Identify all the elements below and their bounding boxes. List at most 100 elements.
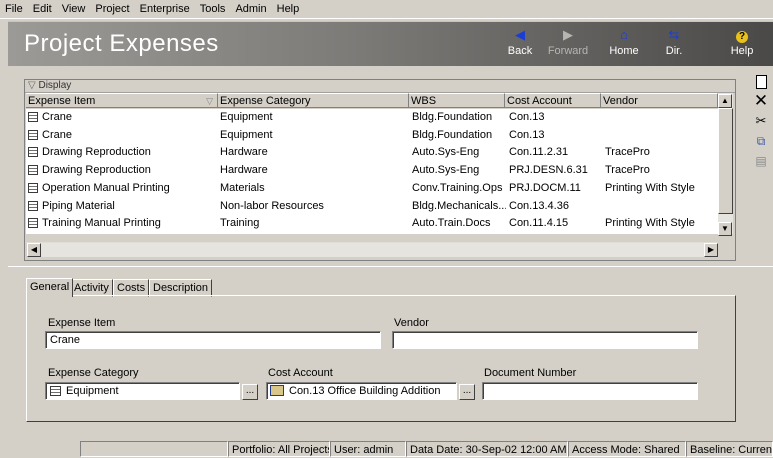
paste-icon[interactable]: ▤ <box>752 152 770 170</box>
table-row[interactable]: Drawing Reproduction Hardware Auto.Sys-Eng… <box>26 162 718 179</box>
table-row[interactable]: Training Manual Printing Training Auto.Tra… <box>26 215 718 232</box>
display-toggle[interactable]: ▽ Display <box>28 80 71 92</box>
cell-vendor: TracePro <box>605 164 650 177</box>
cell-vendor <box>605 198 717 215</box>
new-icon[interactable] <box>752 72 770 90</box>
cell-category: Hardware <box>220 146 268 159</box>
category-list-icon <box>50 386 61 396</box>
cell-category: Non-labor Resources <box>220 199 324 212</box>
cost-account-label: Cost Account <box>268 367 333 379</box>
page-title: Project Expenses <box>24 30 219 57</box>
table-row[interactable]: Piping Material Non-labor Resources Bldg.M… <box>26 198 718 215</box>
status-baseline: Baseline: Current <box>686 441 773 457</box>
cell-category: Equipment <box>220 111 273 123</box>
expense-category-field[interactable]: Equipment <box>45 382 240 400</box>
cost-account-browse-button[interactable]: ... <box>459 384 475 400</box>
forward-button[interactable]: ▶ Forward <box>546 25 590 63</box>
table-row[interactable]: Operation Manual Printing Materials Conv.T… <box>26 180 718 197</box>
forward-arrow-icon: ▶ <box>563 27 573 42</box>
document-number-label: Document Number <box>484 367 577 379</box>
cell-wbs: Auto.Sys-Eng <box>412 146 480 159</box>
title-bar: Project Expenses ◀ Back ▶ Forward ⌂ Home… <box>8 21 773 66</box>
back-button[interactable]: ◀ Back <box>498 25 542 63</box>
general-tab-panel <box>26 295 736 422</box>
cell-item: Piping Material <box>42 199 115 212</box>
cell-vendor: TracePro <box>605 146 650 159</box>
expense-row-icon <box>28 200 38 211</box>
menu-edit[interactable]: Edit <box>28 3 57 15</box>
column-header-wbs[interactable]: WBS <box>409 93 505 108</box>
scroll-up-button[interactable]: ▲ <box>718 94 732 108</box>
expense-category-browse-button[interactable]: ... <box>242 384 258 400</box>
home-icon: ⌂ <box>620 27 628 42</box>
expense-row-icon <box>28 112 38 122</box>
expense-row-icon <box>28 129 38 140</box>
expense-item-label: Expense Item <box>48 317 116 329</box>
cell-vendor <box>605 109 717 126</box>
cut-icon[interactable]: ✂ <box>752 112 770 130</box>
menu-help[interactable]: Help <box>272 3 305 15</box>
cell-wbs: Conv.Training.Ops <box>412 181 503 194</box>
scroll-left-button[interactable]: ◀ <box>27 243 41 257</box>
column-header-cost-account[interactable]: Cost Account <box>505 93 601 108</box>
vendor-field[interactable] <box>392 331 698 349</box>
menu-enterprise[interactable]: Enterprise <box>135 3 195 15</box>
cell-item: Operation Manual Printing <box>42 181 170 194</box>
table-row[interactable]: Drawing Reproduction Hardware Auto.Sys-Eng… <box>26 144 718 161</box>
delete-icon[interactable]: ✕ <box>752 92 770 110</box>
panel-divider <box>8 266 773 267</box>
table-row[interactable]: Crane Equipment Bldg.Foundation Con.13 <box>26 109 718 126</box>
document-number-field[interactable] <box>482 382 698 400</box>
cell-account: PRJ.DESN.6.31 <box>509 164 588 177</box>
menu-file[interactable]: File <box>0 3 28 15</box>
chevron-down-icon: ▽ <box>28 80 36 91</box>
help-icon: ? <box>720 25 764 45</box>
sort-indicator-icon: ▽ <box>206 96 213 106</box>
signpost-icon: ⇆ <box>668 27 680 42</box>
cell-item: Crane <box>42 128 72 141</box>
cell-wbs: Auto.Sys-Eng <box>412 164 480 177</box>
menu-bar: File Edit View Project Enterprise Tools … <box>0 0 773 19</box>
table-row[interactable]: Crane Equipment Bldg.Foundation Con.13 <box>26 127 718 144</box>
expense-row-icon <box>28 218 38 229</box>
display-label: Display <box>38 80 72 91</box>
cell-account: Con.11.2.31 <box>509 146 569 159</box>
copy-icon[interactable]: ⧉ <box>752 132 770 150</box>
scroll-down-button[interactable]: ▼ <box>718 222 732 236</box>
expense-category-label: Expense Category <box>48 367 139 379</box>
cell-wbs: Auto.Train.Docs <box>412 217 491 230</box>
menu-view[interactable]: View <box>57 3 91 15</box>
menu-project[interactable]: Project <box>90 3 134 15</box>
column-header-expense-category[interactable]: Expense Category <box>218 93 409 108</box>
status-user: User: admin <box>330 441 406 457</box>
column-header-vendor[interactable]: Vendor <box>601 93 718 108</box>
cell-vendor: Printing With Style <box>605 181 695 194</box>
column-header-expense-item[interactable]: Expense Item ▽ <box>26 93 218 108</box>
home-button[interactable]: ⌂ Home <box>602 25 646 63</box>
scroll-thumb[interactable] <box>718 108 733 214</box>
cost-account-field[interactable]: Con.13 Office Building Addition <box>266 382 457 400</box>
menu-tools[interactable]: Tools <box>195 3 231 15</box>
status-access-mode: Access Mode: Shared <box>568 441 686 457</box>
vendor-label: Vendor <box>394 317 429 329</box>
cell-account: Con.13 <box>509 111 545 123</box>
scroll-right-button[interactable]: ▶ <box>704 243 718 257</box>
cell-account: Con.13 <box>509 128 545 141</box>
cell-wbs: Bldg.Foundation <box>412 111 493 123</box>
status-blank <box>80 441 228 457</box>
menu-admin[interactable]: Admin <box>230 3 271 15</box>
scroll-h-track[interactable] <box>41 243 704 257</box>
cell-account: PRJ.DOCM.11 <box>509 181 581 194</box>
cell-wbs: Bldg.Foundation <box>412 128 493 141</box>
status-data-date: Data Date: 30-Sep-02 12:00 AM <box>406 441 568 457</box>
expense-item-field[interactable]: Crane <box>45 331 381 349</box>
tab-general[interactable]: General <box>26 278 74 297</box>
cell-item: Training Manual Printing <box>42 217 161 230</box>
dir-button[interactable]: ⇆ Dir. <box>652 25 696 63</box>
cell-vendor <box>605 127 717 144</box>
cell-category: Equipment <box>220 128 273 141</box>
cell-item: Crane <box>42 111 72 123</box>
cell-item: Drawing Reproduction <box>42 164 151 177</box>
help-button[interactable]: ? Help <box>720 25 764 63</box>
cell-account: Con.11.4.15 <box>509 217 569 230</box>
